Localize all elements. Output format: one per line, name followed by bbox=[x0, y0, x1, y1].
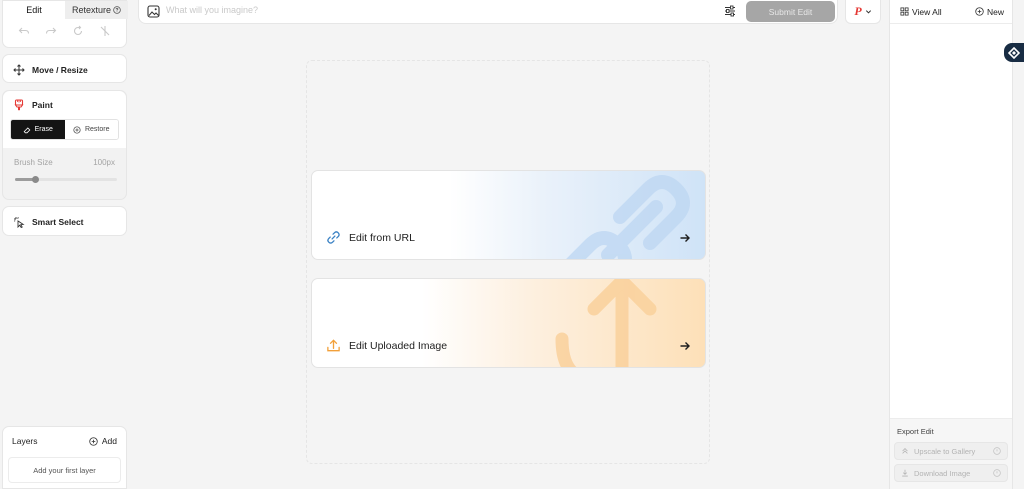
paint-brush-icon bbox=[13, 99, 25, 111]
new-button[interactable]: New bbox=[975, 7, 1004, 17]
paint-tool-header[interactable]: Paint bbox=[3, 91, 126, 119]
upload-icon bbox=[326, 338, 341, 353]
move-resize-tool[interactable]: Move / Resize bbox=[2, 54, 127, 83]
edit-canvas[interactable] bbox=[306, 60, 710, 464]
undo-icon[interactable] bbox=[18, 25, 32, 39]
account-menu-button[interactable]: P bbox=[845, 0, 881, 24]
help-icon bbox=[993, 447, 1001, 455]
brush-size-value: 100px bbox=[93, 158, 115, 167]
layers-panel: Layers Add Add your first layer bbox=[2, 426, 127, 489]
link-watermark-icon bbox=[566, 175, 690, 259]
prompt-bar: What will you imagine? Submit Edit bbox=[138, 0, 838, 24]
upscale-icon bbox=[901, 447, 909, 455]
image-icon[interactable] bbox=[147, 5, 160, 18]
plus-circle-icon bbox=[89, 436, 98, 446]
arrow-right-icon bbox=[679, 340, 691, 352]
prompt-input[interactable]: What will you imagine? bbox=[166, 5, 258, 15]
help-icon bbox=[113, 6, 121, 14]
paint-tool: Paint Erase Restore Brush Size 100px bbox=[2, 90, 127, 200]
download-icon bbox=[901, 469, 909, 477]
edit-from-url-card[interactable]: Edit from URL bbox=[311, 170, 706, 260]
rotate-icon[interactable] bbox=[72, 25, 86, 39]
upload-watermark-icon bbox=[555, 279, 657, 367]
paint-mode-toggle: Erase Restore bbox=[10, 119, 119, 140]
tab-edit[interactable]: Edit bbox=[3, 1, 65, 19]
erase-button[interactable]: Erase bbox=[11, 120, 65, 139]
edit-from-url-label: Edit from URL bbox=[349, 231, 415, 244]
move-arrows-icon bbox=[13, 64, 25, 76]
edit-uploaded-image-label: Edit Uploaded Image bbox=[349, 339, 448, 352]
submit-edit-button[interactable]: Submit Edit bbox=[746, 1, 835, 22]
smart-select-label: Smart Select bbox=[32, 217, 84, 227]
restore-icon bbox=[73, 125, 81, 134]
smart-select-cursor-icon bbox=[13, 216, 25, 228]
extension-badge-icon[interactable] bbox=[1004, 43, 1024, 62]
tab-retexture[interactable]: Retexture bbox=[65, 1, 128, 19]
link-icon bbox=[326, 230, 341, 245]
plus-circle-icon bbox=[975, 7, 984, 16]
add-first-layer-button[interactable]: Add your first layer bbox=[8, 457, 121, 483]
paint-label: Paint bbox=[32, 100, 53, 110]
edit-uploaded-image-card[interactable]: Edit Uploaded Image bbox=[311, 278, 706, 368]
brush-size-control: Brush Size 100px bbox=[3, 148, 126, 200]
view-all-button[interactable]: View All bbox=[900, 7, 942, 17]
eraser-icon bbox=[23, 126, 31, 134]
account-avatar: P bbox=[854, 4, 862, 18]
left-panel: Edit Retexture Move / Resize Paint Erase… bbox=[0, 0, 130, 489]
chevron-down-icon bbox=[865, 8, 872, 15]
upscale-to-gallery-button[interactable]: Upscale to Gallery bbox=[894, 442, 1008, 460]
grid-icon bbox=[900, 7, 909, 16]
move-resize-label: Move / Resize bbox=[32, 65, 88, 75]
export-label: Export Edit bbox=[897, 427, 934, 436]
flip-icon[interactable] bbox=[99, 25, 113, 39]
right-panel: View All New Export Edit Upscale to Gall… bbox=[889, 0, 1013, 489]
redo-icon[interactable] bbox=[45, 25, 59, 39]
help-icon bbox=[993, 469, 1001, 477]
history-toolbar bbox=[3, 25, 128, 39]
download-image-button[interactable]: Download Image bbox=[894, 464, 1008, 482]
layers-title: Layers bbox=[12, 436, 38, 446]
brush-size-handle[interactable] bbox=[32, 176, 40, 183]
export-panel: Export Edit Upscale to Gallery Download … bbox=[890, 418, 1012, 489]
arrow-right-icon bbox=[679, 232, 691, 244]
restore-button[interactable]: Restore bbox=[64, 120, 118, 139]
tabs-card: Edit Retexture bbox=[2, 0, 128, 48]
brush-size-slider[interactable] bbox=[15, 176, 117, 183]
smart-select-tool[interactable]: Smart Select bbox=[2, 206, 127, 236]
brush-size-label: Brush Size bbox=[14, 158, 53, 167]
add-layer-button[interactable]: Add bbox=[89, 436, 117, 446]
sliders-icon[interactable] bbox=[723, 4, 737, 18]
